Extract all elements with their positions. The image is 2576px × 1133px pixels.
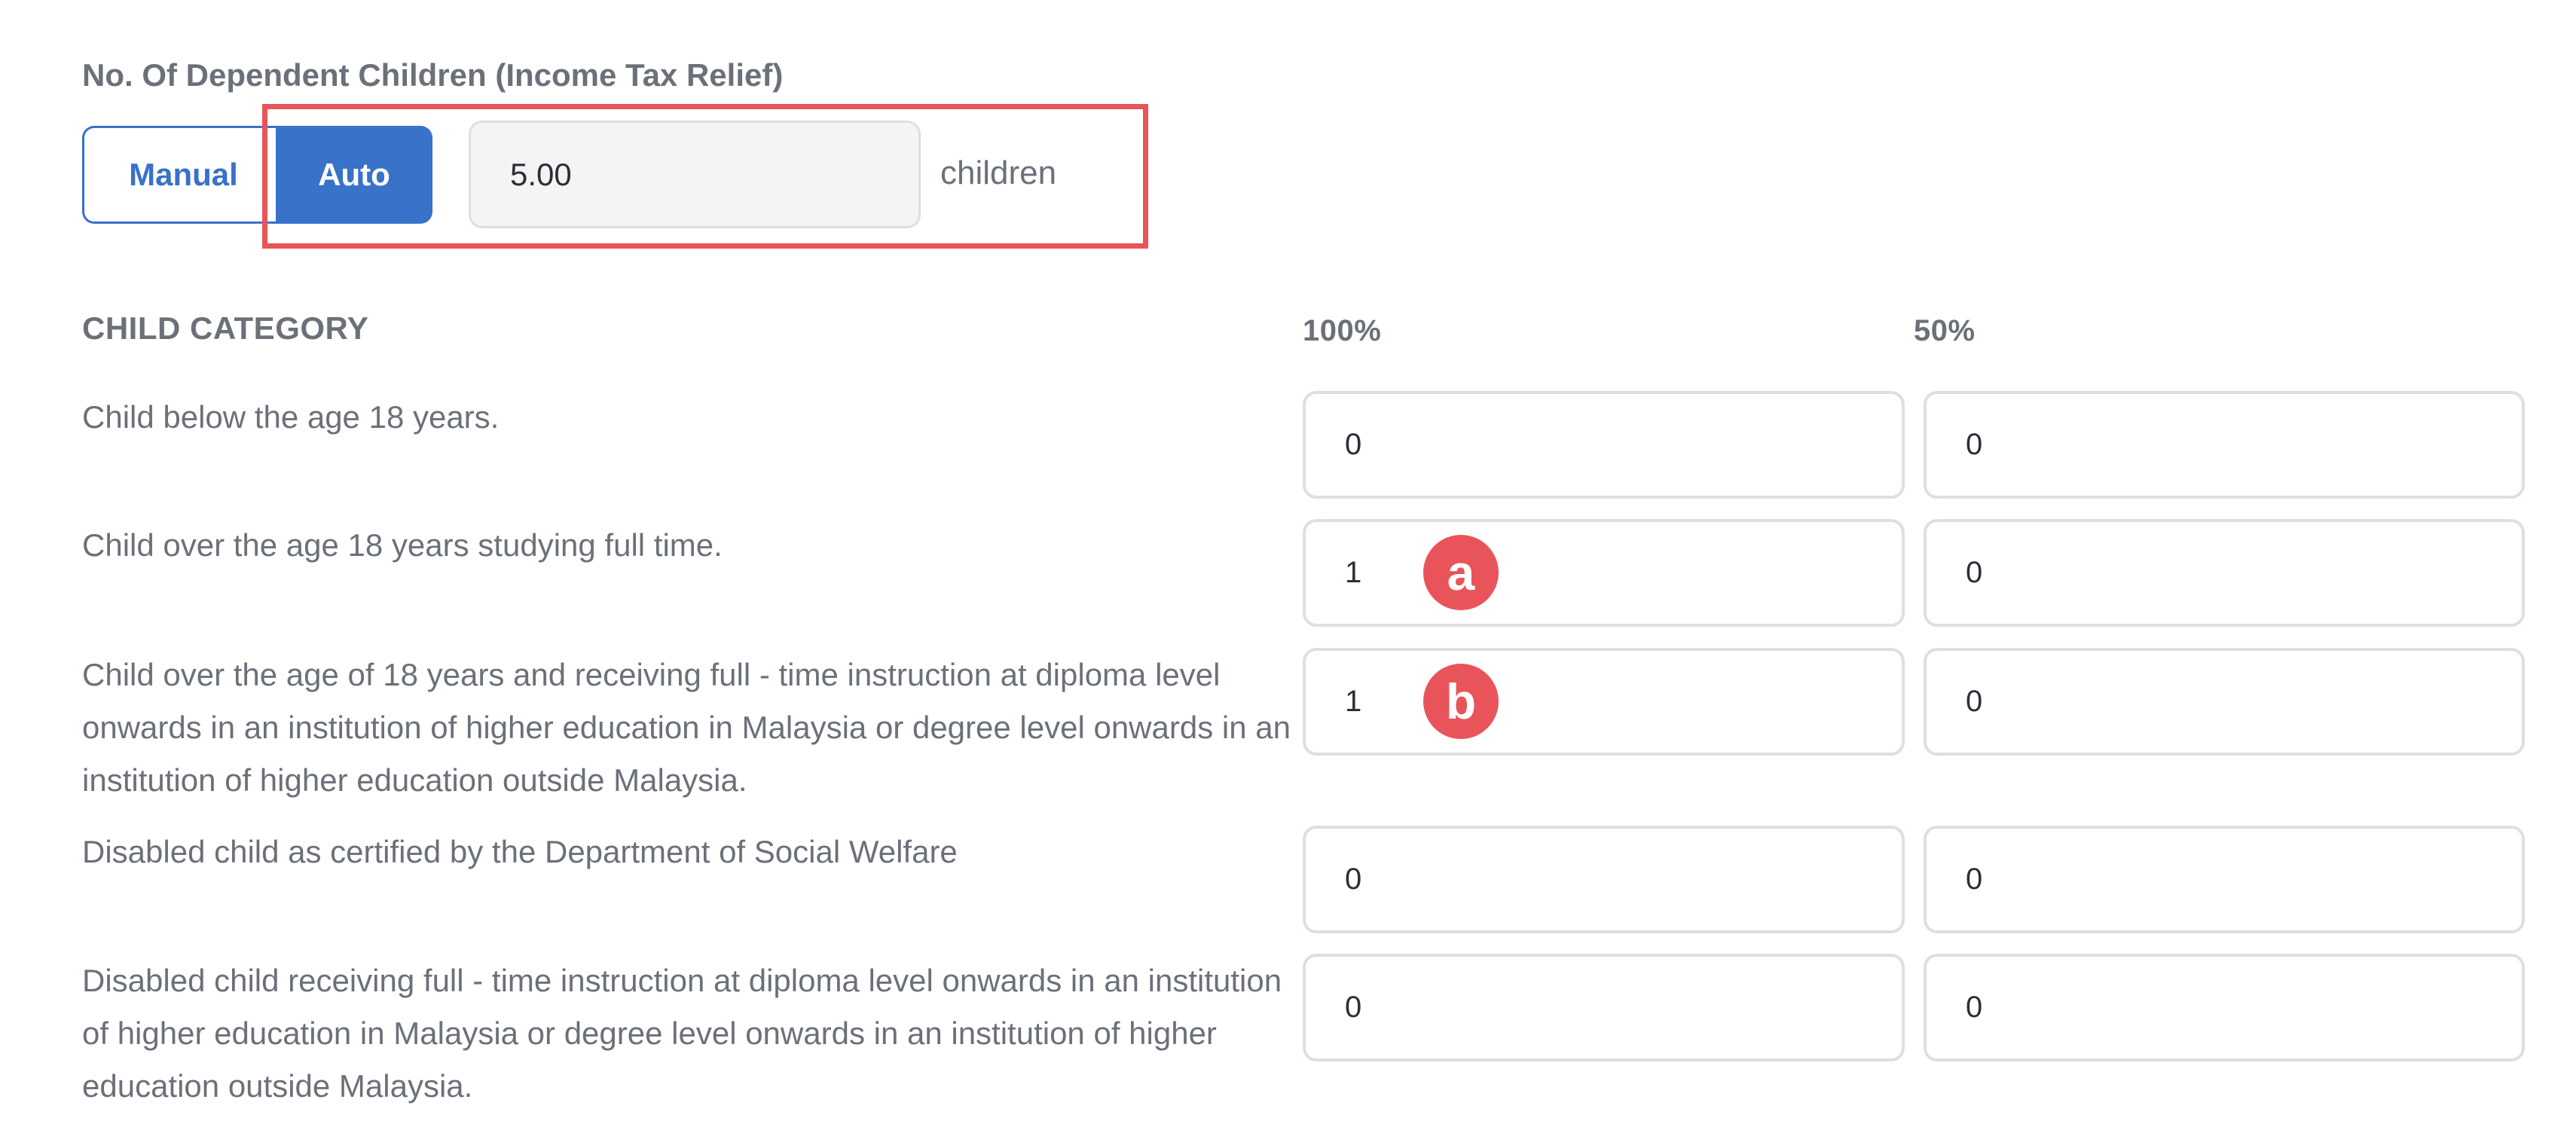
category-label-disabled-child: Disabled child as certified by the Depar…: [82, 834, 958, 869]
section-title: No. Of Dependent Children (Income Tax Re…: [82, 57, 784, 93]
input-value: 0: [1345, 428, 1362, 461]
input-value: 0: [1345, 991, 1362, 1024]
half-relief-input-over-18-higher-education[interactable]: 0: [1924, 648, 2525, 756]
annotation-marker-b: b: [1423, 664, 1499, 739]
full-relief-input-over-18-full-time[interactable]: 1: [1303, 519, 1905, 627]
input-value: 0: [1966, 685, 1983, 718]
half-relief-input-below-18[interactable]: 0: [1924, 391, 2525, 499]
half-relief-input-disabled-higher-education[interactable]: 0: [1924, 954, 2525, 1061]
column-header-category: CHILD CATEGORY: [82, 310, 369, 346]
annotation-marker-a: a: [1423, 535, 1499, 610]
input-value: 1: [1345, 685, 1362, 718]
annotation-highlight-box: [262, 104, 1148, 249]
column-header-100-percent: 100%: [1303, 314, 1382, 347]
full-relief-input-below-18[interactable]: 0: [1303, 391, 1905, 499]
input-value: 0: [1966, 556, 1983, 589]
manual-toggle-button[interactable]: Manual: [82, 126, 283, 224]
column-header-50-percent: 50%: [1914, 314, 1976, 347]
full-relief-input-disabled-higher-education[interactable]: 0: [1303, 954, 1905, 1061]
half-relief-input-disabled-child[interactable]: 0: [1924, 826, 2525, 933]
category-label-over-18-higher-education: Child over the age of 18 years and recei…: [82, 657, 1291, 798]
input-value: 0: [1345, 863, 1362, 896]
input-value: 1: [1345, 556, 1362, 589]
category-label-over-18-full-time: Child over the age 18 years studying ful…: [82, 527, 723, 563]
full-relief-input-over-18-higher-education[interactable]: 1: [1303, 648, 1905, 756]
category-label-disabled-higher-education: Disabled child receiving full - time ins…: [82, 963, 1282, 1104]
input-value: 0: [1966, 863, 1983, 896]
input-value: 0: [1966, 428, 1983, 461]
input-value: 0: [1966, 991, 1983, 1024]
category-label-below-18: Child below the age 18 years.: [82, 399, 500, 435]
full-relief-input-disabled-child[interactable]: 0: [1303, 826, 1905, 933]
half-relief-input-over-18-full-time[interactable]: 0: [1924, 519, 2525, 627]
